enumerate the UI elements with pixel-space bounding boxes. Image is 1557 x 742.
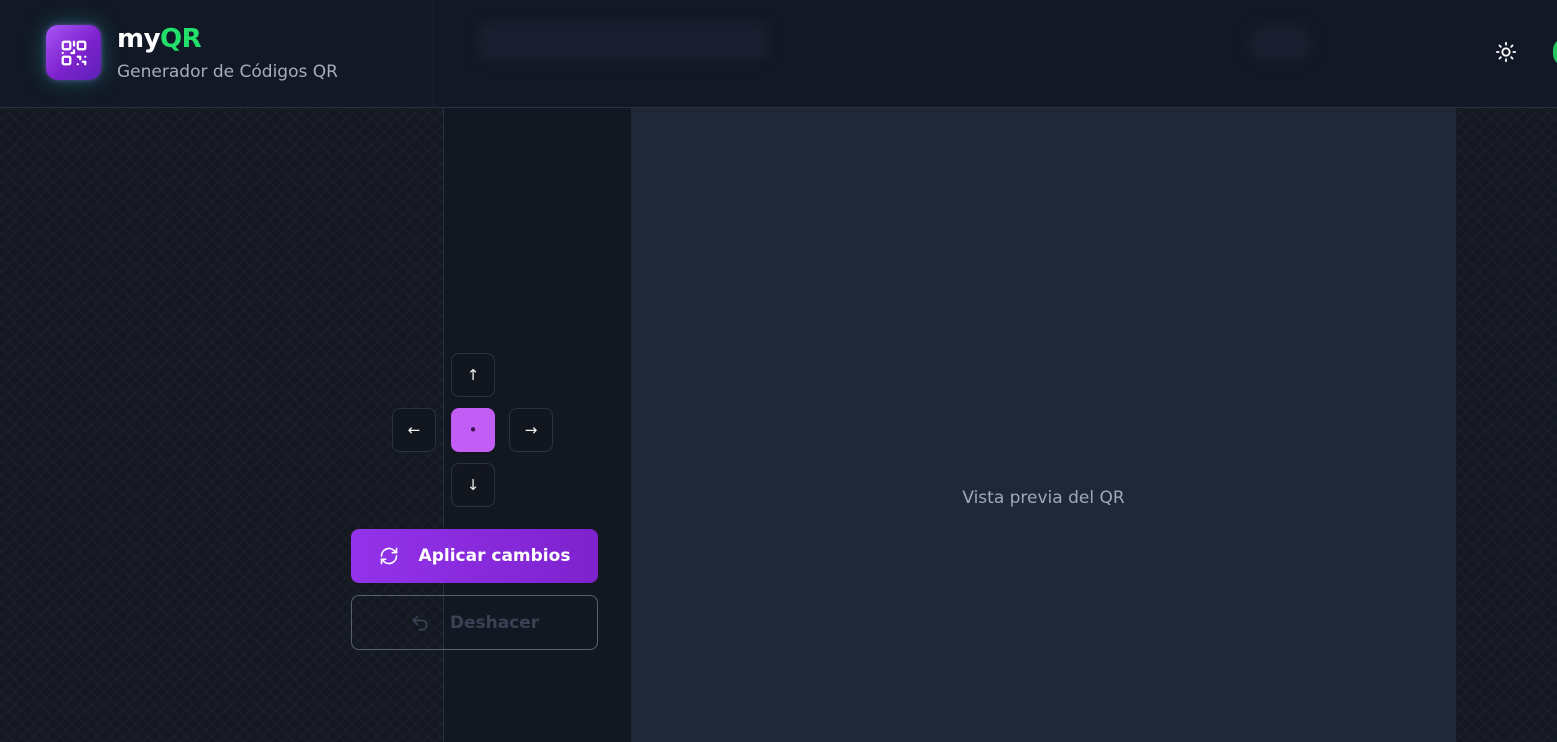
avatar[interactable] <box>1553 38 1557 66</box>
undo-icon <box>412 615 428 630</box>
app-logo[interactable] <box>46 25 101 80</box>
brand-suffix: QR <box>160 24 202 54</box>
sun-icon <box>1495 41 1517 63</box>
apply-changes-button[interactable]: Aplicar cambios <box>351 529 598 583</box>
move-down-button[interactable]: ↓ <box>451 463 495 507</box>
app-header: myQR Generador de Códigos QR <box>0 0 1557 108</box>
blurred-nav <box>478 22 768 60</box>
center-button[interactable]: • <box>451 408 495 452</box>
qr-code-icon <box>61 40 86 65</box>
blurred-nav-secondary <box>1250 26 1310 60</box>
move-right-button[interactable]: → <box>509 408 553 452</box>
brand-prefix: my <box>117 24 161 54</box>
refresh-icon <box>380 547 397 565</box>
qr-preview-panel: Vista previa del QR <box>631 108 1456 742</box>
brand-subtitle: Generador de Códigos QR <box>117 62 338 82</box>
move-left-button[interactable]: ← <box>392 408 436 452</box>
apply-changes-label: Aplicar cambios <box>418 546 571 566</box>
move-up-button[interactable]: ↑ <box>451 353 495 397</box>
undo-button[interactable]: Deshacer <box>351 595 598 650</box>
brand-title: myQR <box>117 24 202 54</box>
theme-toggle-button[interactable] <box>1490 36 1522 68</box>
preview-placeholder: Vista previa del QR <box>962 488 1125 508</box>
header-divider <box>433 0 434 108</box>
undo-label: Deshacer <box>449 612 540 633</box>
